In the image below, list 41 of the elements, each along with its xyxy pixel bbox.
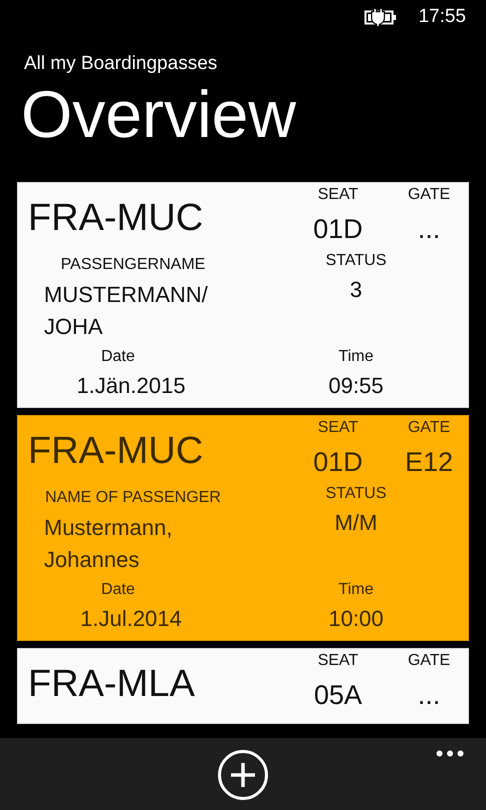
route-text: FRA-MUC xyxy=(27,429,204,473)
gate-value: ... xyxy=(418,679,440,712)
add-button[interactable] xyxy=(218,750,268,800)
boarding-pass-card[interactable]: FRA-MLA SEAT 05A GATE ... xyxy=(17,648,469,724)
gate-label: GATE xyxy=(408,418,450,438)
plus-icon xyxy=(230,762,256,788)
gate-label: GATE xyxy=(408,185,450,205)
gate-value: E12 xyxy=(404,446,454,479)
status-label: STATUS xyxy=(326,484,386,504)
app-subtitle: All my Boardingpasses xyxy=(24,52,218,76)
date-value: 1.Jän.2015 xyxy=(76,372,186,400)
date-label: Date xyxy=(100,347,136,367)
passenger-name: MUSTERMANN/ JOHA xyxy=(43,281,209,341)
battery-charging-icon xyxy=(364,8,398,26)
boarding-pass-card[interactable]: FRA-MUC SEAT 01D GATE E12 NAME OF PASSENGER Mustermann, Johannes STATUS M/M Date 1.Jul.2014 Time 10:00 xyxy=(17,415,469,641)
page-title: Overview xyxy=(21,78,298,150)
seat-label: SEAT xyxy=(318,651,358,671)
boarding-pass-card[interactable]: FRA-MUC SEAT 01D GATE ... PASSENGERNAME MUSTERMANN/ JOHA STATUS 3 Date 1.Jän.2015 Time 09:55 xyxy=(17,182,469,408)
seat-value: 01D xyxy=(313,446,363,479)
gate-value: ... xyxy=(418,213,440,246)
time-value: 10:00 xyxy=(328,605,384,633)
route-text: FRA-MUC xyxy=(27,196,204,240)
status-label: STATUS xyxy=(326,251,386,271)
passenger-name-label: PASSENGERNAME xyxy=(60,255,206,275)
seat-label: SEAT xyxy=(318,418,358,438)
clock-time: 17:55 xyxy=(418,6,466,28)
seat-label: SEAT xyxy=(318,185,358,205)
time-value: 09:55 xyxy=(328,372,384,400)
more-icon xyxy=(436,750,464,757)
time-label: Time xyxy=(338,347,374,367)
time-label: Time xyxy=(338,580,374,600)
status-value: 3 xyxy=(350,276,362,304)
status-value: M/M xyxy=(334,509,378,537)
seat-value: 01D xyxy=(313,213,363,246)
date-label: Date xyxy=(100,580,136,600)
passenger-name: Mustermann, Johannes xyxy=(43,514,174,574)
passenger-name-label: NAME OF PASSENGER xyxy=(44,488,222,508)
seat-value: 05A xyxy=(314,679,362,712)
date-value: 1.Jul.2014 xyxy=(79,605,183,633)
route-text: FRA-MLA xyxy=(27,662,196,706)
gate-label: GATE xyxy=(408,651,450,671)
